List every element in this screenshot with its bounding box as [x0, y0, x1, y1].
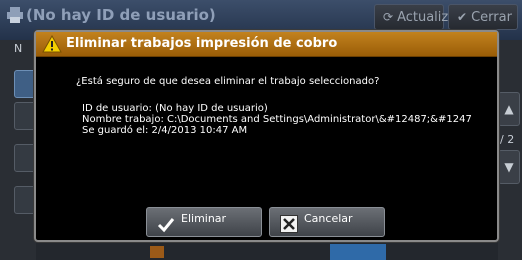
delete-confirmation-dialog: Eliminar trabajos impresión de cobro ¿Es…	[34, 30, 499, 242]
scroll-down-button[interactable]: ▼	[498, 150, 520, 184]
delete-button-label: Eliminar	[181, 212, 227, 225]
user-id-line: ID de usuario: (No hay ID de usuario)	[82, 103, 268, 114]
printer-icon	[7, 7, 23, 23]
checkmark-icon	[157, 218, 175, 233]
chevron-down-icon: ▼	[504, 160, 514, 174]
left-tab[interactable]	[14, 144, 36, 172]
left-tab[interactable]	[14, 70, 36, 98]
chevron-up-icon: ▲	[504, 102, 514, 116]
left-tab[interactable]	[14, 102, 36, 130]
close-x-icon	[280, 215, 298, 233]
left-tab[interactable]	[14, 186, 36, 214]
background-bottom-blue-button	[330, 244, 386, 260]
background-title: (No hay ID de usuario)	[26, 6, 216, 24]
dialog-title: Eliminar trabajos impresión de cobro	[66, 36, 338, 51]
warning-icon	[42, 35, 62, 53]
background-left-tabs: N	[0, 40, 36, 260]
left-tab-letter: N	[14, 42, 23, 55]
confirmation-question: ¿Está seguro de que desea eliminar el tr…	[76, 76, 380, 87]
saved-date-line: Se guardó el: 2/4/2013 10:47 AM	[82, 125, 248, 136]
job-name-line: Nombre trabajo: C:\Documents and Setting…	[82, 114, 472, 125]
close-label: Cerrar	[471, 9, 512, 25]
scroll-up-button[interactable]: ▲	[498, 92, 520, 126]
background-bottom-bar	[36, 242, 498, 260]
check-icon: ✔	[457, 10, 468, 24]
cancel-button-label: Cancelar	[304, 212, 353, 225]
cancel-button[interactable]: Cancelar	[269, 207, 385, 237]
delete-button[interactable]: Eliminar	[146, 207, 262, 237]
page-indicator: / 2	[500, 133, 515, 146]
update-button[interactable]: ⟳ Actualizar	[374, 4, 462, 30]
refresh-icon: ⟳	[383, 10, 394, 24]
dialog-titlebar: Eliminar trabajos impresión de cobro	[36, 32, 497, 57]
close-button[interactable]: ✔ Cerrar	[448, 4, 518, 30]
background-bottom-orange-button	[150, 246, 164, 258]
